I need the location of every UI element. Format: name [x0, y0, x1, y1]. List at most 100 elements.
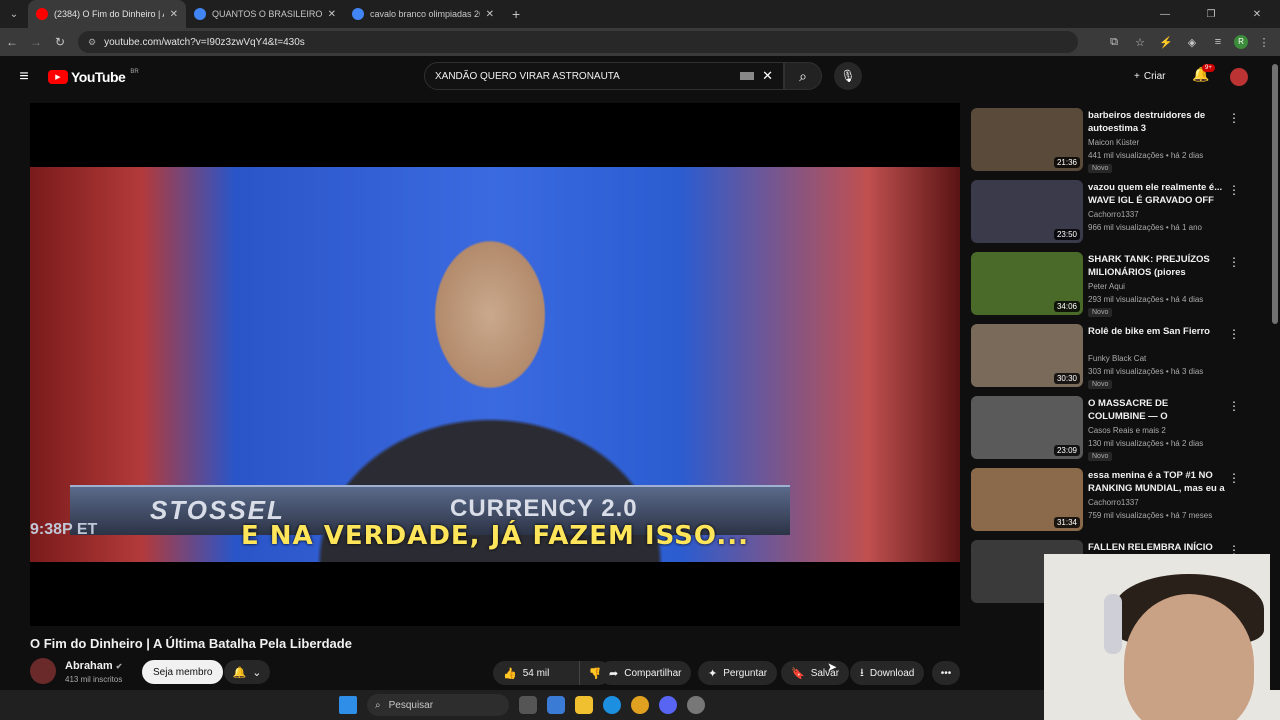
subscriber-count: 413 mil inscritos: [65, 675, 123, 684]
more-vertical-icon[interactable]: ⋮: [1228, 183, 1240, 197]
back-icon[interactable]: ←: [0, 35, 24, 49]
youtube-header: ≡ ▶ YouTube BR XANDÃO QUERO VIRAR ASTRON…: [0, 56, 1270, 98]
recommended-video[interactable]: 34:06 SHARK TANK: PREJUÍZOS MILIONÁRIOS (…: [970, 250, 1260, 322]
address-bar[interactable]: ⚙ youtube.com/watch?v=I90z3zwVqY4&t=430s: [78, 31, 1078, 53]
close-window-icon[interactable]: ✕: [1234, 9, 1280, 20]
taskbar-search[interactable]: ⌕ Pesquisar: [367, 694, 509, 716]
download-icon: ⭳: [860, 666, 864, 679]
reload-icon[interactable]: ↻: [48, 35, 72, 49]
bookmark-star-icon[interactable]: ☆: [1130, 36, 1150, 49]
close-tab-icon[interactable]: ✕: [170, 9, 178, 20]
menu-icon[interactable]: ≡: [0, 68, 48, 86]
clear-search-icon[interactable]: ✕: [762, 68, 773, 84]
video-thumbnail[interactable]: 34:06: [971, 252, 1083, 315]
forward-icon[interactable]: →: [24, 35, 48, 49]
new-tab-button[interactable]: +: [502, 6, 530, 22]
page-scrollbar[interactable]: [1270, 56, 1280, 690]
like-button[interactable]: 👍 54 mil: [493, 661, 579, 685]
browser-tab-strip: ⌄ (2384) O Fim do Dinheiro | A Últi ✕ QU…: [0, 0, 1280, 28]
chrome-icon[interactable]: [631, 696, 649, 714]
video-thumbnail[interactable]: 23:09: [971, 396, 1083, 459]
browser-tab[interactable]: (2384) O Fim do Dinheiro | A Últi ✕: [28, 0, 186, 28]
microphone-icon: 🎙: [840, 69, 856, 83]
install-icon[interactable]: ⧉: [1104, 36, 1124, 49]
share-button[interactable]: ➦ Compartilhar: [599, 661, 692, 685]
more-vertical-icon[interactable]: ⋮: [1228, 399, 1240, 413]
like-count: 54 mil: [522, 667, 550, 679]
maximize-icon[interactable]: ❐: [1188, 9, 1234, 20]
discord-icon[interactable]: [659, 696, 677, 714]
more-vertical-icon[interactable]: ⋮: [1228, 255, 1240, 269]
more-vertical-icon[interactable]: ⋮: [1228, 327, 1240, 341]
site-info-icon[interactable]: ⚙: [88, 37, 96, 48]
search-button[interactable]: ⌕: [784, 62, 822, 90]
browser-menu-icon[interactable]: ⋮: [1254, 36, 1274, 49]
save-button[interactable]: 🔖 Salvar: [781, 661, 850, 685]
close-tab-icon[interactable]: ✕: [486, 9, 494, 20]
recommended-channel[interactable]: Funky Black Cat: [1088, 354, 1146, 363]
more-actions-button[interactable]: •••: [932, 661, 960, 685]
recommended-video-title[interactable]: barbeiros destruidores de autoestima 3: [1088, 109, 1228, 135]
channel-action-row: Abraham ✔ 413 mil inscritos Seja membro …: [30, 656, 960, 690]
copilot-icon[interactable]: [547, 696, 565, 714]
recommended-channel[interactable]: Casos Reais e mais 2: [1088, 426, 1166, 435]
google-favicon-icon: [194, 8, 206, 20]
join-button[interactable]: Seja membro: [142, 660, 224, 684]
ask-button[interactable]: ✦ Perguntar: [698, 661, 778, 685]
recommended-video[interactable]: 30:30 Rolê de bike em San Fierro Funky Bla…: [970, 322, 1260, 394]
channel-name[interactable]: Abraham ✔: [65, 660, 122, 672]
keyboard-icon[interactable]: [740, 72, 755, 80]
close-tab-icon[interactable]: ✕: [328, 9, 336, 20]
profile-avatar[interactable]: R: [1234, 35, 1248, 49]
recommended-channel[interactable]: Peter Aqui: [1088, 282, 1125, 291]
subscription-bell-button[interactable]: 🔔 ⌄: [224, 660, 270, 684]
video-thumbnail[interactable]: 21:36: [971, 108, 1083, 171]
more-vertical-icon[interactable]: ⋮: [1228, 111, 1240, 125]
video-thumbnail[interactable]: 23:50: [971, 180, 1083, 243]
plus-icon: +: [1134, 70, 1140, 82]
extensions-puzzle-icon[interactable]: ◈: [1182, 36, 1202, 49]
video-thumbnail[interactable]: 30:30: [971, 324, 1083, 387]
verified-icon: ✔: [115, 662, 123, 671]
voice-search-button[interactable]: 🎙: [834, 62, 862, 90]
recommended-video-title[interactable]: vazou quem ele realmente é... WAVE IGL É…: [1088, 181, 1228, 207]
recommended-meta: 966 mil visualizações • há 1 ano: [1088, 223, 1202, 232]
windows-taskbar: ⌕ Pesquisar: [0, 690, 1044, 720]
recommended-video-title[interactable]: SHARK TANK: PREJUÍZOS MILIONÁRIOS (piore…: [1088, 253, 1228, 279]
recommended-video-title[interactable]: O MASSACRE DE COLUMBINE — O PROFESSOR QU…: [1088, 397, 1228, 423]
account-avatar[interactable]: [1230, 68, 1248, 86]
youtube-logo[interactable]: ▶ YouTube BR: [48, 69, 139, 85]
recommended-video[interactable]: 23:09 O MASSACRE DE COLUMBINE — O PROFESS…: [970, 394, 1260, 466]
create-button[interactable]: + Criar: [1126, 62, 1174, 90]
recommended-video[interactable]: 21:36 barbeiros destruidores de autoestim…: [970, 106, 1260, 178]
video-player[interactable]: STOSSEL CURRENCY 2.0 9:38P ET E NA VERDA…: [30, 103, 960, 626]
browser-tab[interactable]: QUANTOS O BRASILEIRO PAGA ✕: [186, 0, 344, 28]
task-view-icon[interactable]: [519, 696, 537, 714]
recommended-channel[interactable]: Maicon Küster: [1088, 138, 1139, 147]
settings-icon[interactable]: [687, 696, 705, 714]
channel-avatar[interactable]: [30, 658, 56, 684]
file-explorer-icon[interactable]: [575, 696, 593, 714]
video-thumbnail[interactable]: 31:34: [971, 468, 1083, 531]
more-vertical-icon[interactable]: ⋮: [1228, 471, 1240, 485]
windows-start-icon[interactable]: [339, 696, 357, 714]
search-input[interactable]: XANDÃO QUERO VIRAR ASTRONAUTA ✕: [424, 62, 784, 90]
recommended-video-title[interactable]: essa menina é a TOP #1 NO RANKING MUNDIA…: [1088, 469, 1228, 495]
mouse-cursor-icon: ➤: [827, 660, 838, 674]
tab-search-button[interactable]: ⌄: [0, 0, 28, 28]
recommended-video-title[interactable]: Rolê de bike em San Fierro: [1088, 325, 1228, 338]
extension-icon[interactable]: ⚡: [1156, 36, 1176, 49]
reading-list-icon[interactable]: ≡: [1208, 36, 1228, 48]
minimize-icon[interactable]: —: [1142, 9, 1188, 20]
recommended-video[interactable]: 31:34 essa menina é a TOP #1 NO RANKING M…: [970, 466, 1260, 538]
download-button[interactable]: ⭳ Download: [850, 661, 925, 685]
tab-title: cavalo branco olimpiadas 2024: [370, 9, 480, 19]
recommended-channel[interactable]: Cachorro1337: [1088, 498, 1139, 507]
scrollbar-thumb[interactable]: [1272, 64, 1278, 324]
search-icon: ⌕: [375, 699, 381, 711]
recommended-channel[interactable]: Cachorro1337: [1088, 210, 1139, 219]
video-title: O Fim do Dinheiro | A Última Batalha Pel…: [30, 636, 352, 651]
browser-tab[interactable]: cavalo branco olimpiadas 2024 ✕: [344, 0, 502, 28]
recommended-video[interactable]: 23:50 vazou quem ele realmente é... WAVE …: [970, 178, 1260, 250]
edge-icon[interactable]: [603, 696, 621, 714]
